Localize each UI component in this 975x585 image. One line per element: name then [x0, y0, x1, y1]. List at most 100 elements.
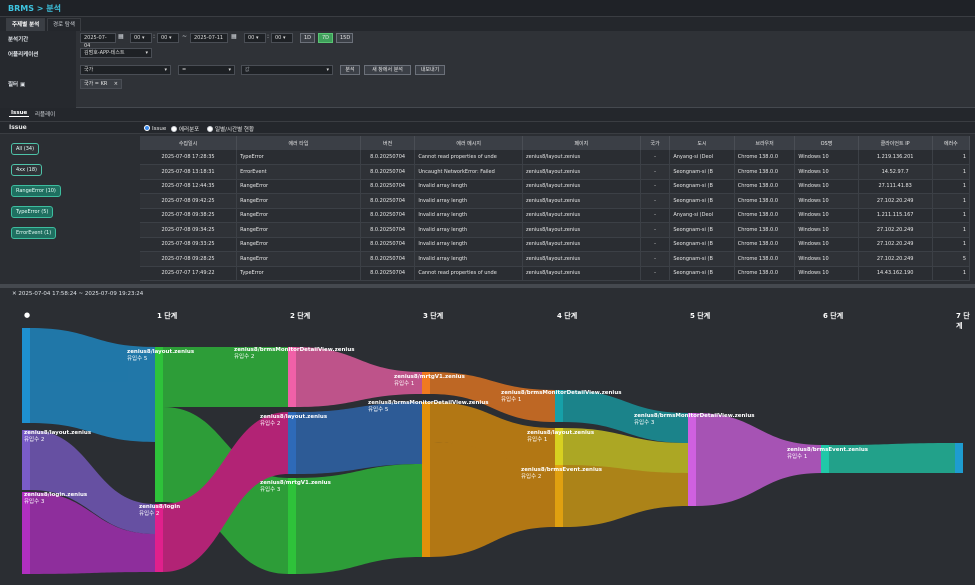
issue-filter-all[interactable]: All (34) — [11, 143, 40, 155]
start-date-input[interactable]: 2025-07-04 — [80, 33, 116, 49]
quick-15d-button[interactable]: 15D — [336, 33, 353, 43]
sankey-node[interactable] — [155, 347, 163, 502]
table-body: 2025-07-08 17:28:35 TypeError 8.0.20250704… — [140, 150, 971, 281]
table-cell: Seongnam-si (B — [669, 222, 735, 238]
sankey-node-label: zenius8/layout.zenius 유입수 5 — [127, 349, 195, 362]
issue-filter-4xx[interactable]: 4xx (18) — [11, 164, 42, 176]
table-cell: Chrome 138.0.0 — [734, 179, 796, 194]
end-date-input[interactable]: 2025-07-11 — [190, 33, 228, 43]
filter-icon: ▣ — [20, 82, 26, 88]
page-title: BRMS > 분석 — [8, 4, 61, 13]
table-cell: 8.0.20250704 — [360, 164, 416, 180]
app-label: 어플리케이션 — [8, 52, 39, 58]
filter-value-select[interactable]: 값 ▾ — [241, 65, 333, 75]
table-cell: 27.111.41.83 — [858, 179, 933, 194]
table-cell: Chrome 138.0.0 — [734, 266, 796, 281]
filter-chip[interactable]: 국가 = KR × — [80, 79, 122, 89]
table-row[interactable]: 2025-07-07 17:49:22 TypeError 8.0.20250704… — [140, 266, 971, 281]
tab-issue[interactable]: Issue — [9, 110, 30, 117]
table-cell: Seongnam-si (B — [669, 251, 735, 267]
analyze-new-window-button[interactable]: 새 창에서 분석 — [364, 65, 411, 75]
table-row[interactable]: 2025-07-08 09:28:25 RangeError 8.0.2025070… — [140, 251, 971, 267]
filter-operator-select[interactable]: = ▾ — [178, 65, 235, 75]
sankey-node[interactable] — [422, 402, 430, 557]
issue-filter-typeerror[interactable]: TypeError (5) — [11, 206, 54, 218]
filter-field-select[interactable]: 국가 ▾ — [80, 65, 171, 75]
table-cell: Chrome 138.0.0 — [734, 237, 796, 252]
calendar-icon[interactable]: ▦ — [118, 33, 124, 40]
table-row[interactable]: 2025-07-08 09:34:25 RangeError 8.0.2025070… — [140, 222, 971, 238]
primary-tabs: 주제별 분석 경로 탐색 — [0, 17, 975, 31]
table-cell: Windows 10 — [794, 208, 859, 223]
table-cell: Cannot read properties of unde — [414, 266, 524, 281]
sankey-node-label: zenius8/layout.zenius 유입수 1 — [527, 430, 595, 443]
table-cell: Invalid array length — [414, 193, 524, 209]
column-header[interactable]: 에러 메시지 — [414, 136, 524, 150]
table-row[interactable]: 2025-07-08 17:28:35 TypeError 8.0.20250704… — [140, 150, 971, 165]
tab-topic-analysis[interactable]: 주제별 분석 — [6, 18, 46, 31]
sankey-node-label: zenius8/brmsMonitorDetailView.zenius 유입수 … — [234, 347, 355, 360]
sankey-node-label: zenius8/layout.zenius 유입수 2 — [24, 430, 92, 443]
table-cell: Windows 10 — [794, 150, 859, 165]
column-header[interactable]: 클라이언트 IP — [858, 136, 933, 150]
column-header[interactable]: 에러 타입 — [236, 136, 361, 150]
sankey-link[interactable] — [30, 328, 155, 442]
sankey-node-label: zenius8/login 유입수 2 — [139, 504, 181, 517]
end-hour-select[interactable]: 00 ▾ — [244, 33, 266, 43]
column-header[interactable]: 국가 — [640, 136, 671, 150]
table-cell: zenius8/layout.zenius — [522, 266, 641, 281]
table-cell: 1 — [932, 222, 971, 238]
column-header[interactable]: 브라우저 — [734, 136, 796, 150]
start-dot: ● — [24, 311, 31, 319]
table-cell: Windows 10 — [794, 251, 859, 267]
table-row[interactable]: 2025-07-08 12:44:35 RangeError 8.0.2025070… — [140, 179, 971, 194]
splitter[interactable] — [0, 284, 975, 288]
issue-filter-rangeerror[interactable]: RangeError (10) — [11, 185, 61, 197]
chip-close-icon[interactable]: × — [114, 80, 118, 88]
sankey-node[interactable] — [688, 413, 696, 506]
table-row[interactable]: 2025-07-08 09:33:25 RangeError 8.0.2025070… — [140, 237, 971, 252]
table-cell: 5 — [932, 251, 971, 267]
table-cell: 1 — [932, 266, 971, 281]
column-header[interactable]: OS명 — [794, 136, 859, 150]
filter-label: 필터 ▣ — [8, 82, 26, 88]
issue-title: Issue — [9, 124, 27, 131]
table-cell: 8.0.20250704 — [360, 179, 416, 194]
table-cell: 2025-07-08 13:18:31 — [140, 164, 238, 180]
analyze-button[interactable]: 분석 — [340, 65, 360, 75]
export-button[interactable]: 내보내기 — [415, 65, 445, 75]
sankey-node[interactable] — [955, 443, 963, 473]
app-select[interactable]: 김범호-APP-테스트 ▾ — [80, 48, 152, 58]
column-header[interactable]: 페이지 — [522, 136, 641, 150]
quick-7d-button[interactable]: 7D — [318, 33, 333, 43]
quick-1d-button[interactable]: 1D — [300, 33, 315, 43]
table-cell: Windows 10 — [794, 193, 859, 209]
table-cell: zenius8/layout.zenius — [522, 150, 641, 165]
table-cell: TypeError — [236, 266, 361, 281]
end-minute-select[interactable]: 00 ▾ — [271, 33, 293, 43]
column-header[interactable]: 버전 — [360, 136, 416, 150]
tab-replay[interactable]: 리플레이 — [33, 110, 57, 118]
table-row[interactable]: 2025-07-08 09:38:25 RangeError 8.0.2025070… — [140, 208, 971, 223]
table-row[interactable]: 2025-07-08 13:18:31 ErrorEvent 8.0.2025070… — [140, 164, 971, 180]
issue-filter-errorevent[interactable]: ErrorEvent (1) — [11, 227, 57, 239]
column-header[interactable]: 에러수 — [932, 136, 971, 150]
calendar-icon[interactable]: ▦ — [231, 33, 237, 40]
table-cell: - — [640, 251, 671, 267]
table-row[interactable]: 2025-07-08 09:42:25 RangeError 8.0.2025070… — [140, 193, 971, 209]
start-minute-select[interactable]: 00 ▾ — [157, 33, 179, 43]
radio-error-distribution[interactable]: 에러분포 — [171, 125, 199, 133]
start-hour-select[interactable]: 00 ▾ — [130, 33, 152, 43]
column-header[interactable]: 수집일시 — [140, 136, 238, 150]
tab-path-explore[interactable]: 경로 탐색 — [47, 18, 81, 31]
table-cell: 8.0.20250704 — [360, 222, 416, 238]
radio-issue[interactable]: Issue — [144, 125, 166, 132]
column-header[interactable]: 도시 — [669, 136, 735, 150]
table-cell: Invalid array length — [414, 237, 524, 252]
range-tilde: ~ — [182, 33, 188, 40]
table-cell: Anyang-si (Deol — [669, 208, 735, 223]
sankey-node[interactable] — [22, 328, 30, 423]
radio-daily-hourly[interactable]: 일별/시간별 현황 — [207, 125, 254, 133]
table-cell: 27.102.20.249 — [858, 222, 933, 238]
table-cell: Windows 10 — [794, 266, 859, 281]
